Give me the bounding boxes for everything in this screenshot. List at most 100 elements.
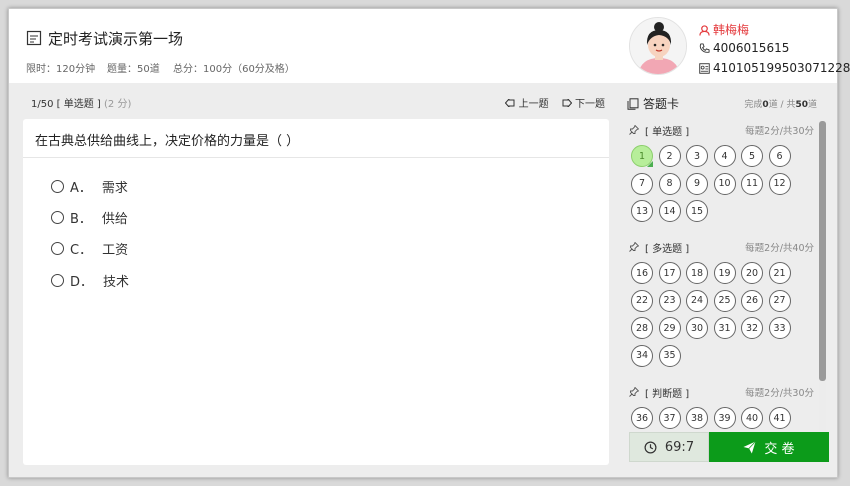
prev-arrow-icon xyxy=(505,97,515,109)
pin-icon xyxy=(629,241,640,255)
question-info: 1/50 [ 单选题 ] (2 分) xyxy=(31,95,131,110)
question-number-button[interactable]: 13 xyxy=(631,200,653,222)
progress-middle: 道 / 共 xyxy=(768,100,796,110)
pin-icon xyxy=(629,386,640,400)
option-d[interactable]: D． 技术 xyxy=(51,271,129,290)
exam-title: 定时考试演示第一场 xyxy=(48,30,184,48)
prev-question-label: 上一题 xyxy=(518,99,549,110)
question-number-button[interactable]: 19 xyxy=(713,262,736,284)
option-c[interactable]: C． 工资 xyxy=(51,239,128,258)
question-card: 在古典总供给曲线上，决定价格的力量是（ ） A． 需求 B． 供给 C． 工资 … xyxy=(23,119,609,465)
question-text: 在古典总供给曲线上，决定价格的力量是（ ） xyxy=(35,134,300,149)
question-number-button[interactable]: 10 xyxy=(713,172,736,195)
question-number-button[interactable]: 12 xyxy=(768,172,791,195)
question-number-button[interactable]: 27 xyxy=(768,289,791,312)
submit-exam-label: 交 卷 xyxy=(764,441,795,457)
section-head-multi: [ 多选题 ] 每题2分/共40分 xyxy=(629,240,814,255)
progress-total: 50 xyxy=(795,100,808,110)
question-number-button[interactable]: 26 xyxy=(741,289,763,312)
question-number-button[interactable]: 35 xyxy=(658,344,681,367)
question-number-button[interactable]: 3 xyxy=(686,145,708,167)
option-c-radio[interactable] xyxy=(51,242,64,255)
question-number-button[interactable]: 4 xyxy=(713,145,736,167)
user-id-row: 410105199503071228 xyxy=(699,61,850,75)
option-b[interactable]: B． 供给 xyxy=(51,208,128,227)
section-single-name: [ 单选题 ] xyxy=(645,127,690,138)
option-a[interactable]: A． 需求 xyxy=(51,177,128,196)
question-number-button[interactable]: 5 xyxy=(741,145,763,167)
question-number-button[interactable]: 21 xyxy=(768,262,791,284)
question-number-button[interactable]: 23 xyxy=(658,289,681,312)
question-number-button[interactable]: 37 xyxy=(658,407,681,429)
pin-icon xyxy=(629,124,640,138)
option-a-radio[interactable] xyxy=(51,180,64,193)
option-b-text: 供给 xyxy=(101,212,128,227)
section-multi-name: [ 多选题 ] xyxy=(645,244,690,255)
question-score: (2 分) xyxy=(104,99,132,110)
option-b-letter: B． xyxy=(70,212,92,227)
section-judge-name: [ 判断题 ] xyxy=(645,389,690,400)
exam-question-count: 题量：50道 xyxy=(107,64,160,75)
exam-time-limit: 限时：120分钟 xyxy=(26,64,96,75)
exam-total-score: 总分：100分（60分及格） xyxy=(173,64,295,75)
question-number-button[interactable]: 18 xyxy=(686,262,708,284)
answer-card-title: 答题卡 xyxy=(627,95,679,112)
question-number-button[interactable]: 9 xyxy=(686,172,708,195)
question-number-button[interactable]: 38 xyxy=(686,407,708,429)
question-number-button[interactable]: 24 xyxy=(686,289,708,312)
question-number-button[interactable]: 22 xyxy=(631,289,653,312)
section-multi-rule: 每题2分/共40分 xyxy=(745,243,814,254)
user-phone-row: 4006015615 xyxy=(699,41,789,55)
question-number-button[interactable]: 41 xyxy=(768,407,791,429)
question-number-button[interactable]: 25 xyxy=(713,289,736,312)
timer-value: 69:7 xyxy=(664,439,695,455)
option-d-radio[interactable] xyxy=(51,274,64,287)
question-number-button[interactable]: 32 xyxy=(741,317,763,339)
question-number-button[interactable]: 11 xyxy=(741,172,763,195)
user-phone: 4006015615 xyxy=(713,41,790,55)
next-question-button[interactable]: 下一题 xyxy=(562,97,605,110)
progress-suffix: 道 xyxy=(807,100,817,110)
user-id-number: 410105199503071228 xyxy=(713,61,850,75)
option-b-radio[interactable] xyxy=(51,211,64,224)
question-number-button[interactable]: 1 xyxy=(631,145,653,167)
answer-card-scrollbar-thumb[interactable] xyxy=(819,121,826,381)
question-number-button[interactable]: 14 xyxy=(658,200,681,222)
question-number-button[interactable]: 29 xyxy=(658,317,681,339)
question-number-button[interactable]: 8 xyxy=(658,172,681,195)
question-number-button[interactable]: 36 xyxy=(631,407,653,429)
question-number-button[interactable]: 6 xyxy=(768,145,791,167)
question-number-button[interactable]: 30 xyxy=(686,317,708,339)
question-number-button[interactable]: 33 xyxy=(768,317,791,339)
exam-document-icon xyxy=(26,30,42,46)
question-nav: 上一题 下一题 xyxy=(495,95,605,110)
user-avatar xyxy=(629,17,687,75)
question-number-button[interactable]: 28 xyxy=(631,317,653,339)
question-panel: 1/50 [ 单选题 ] (2 分) 上一题 下一题 在古典总供给曲线上，决定价… xyxy=(23,89,609,465)
section-head-single: [ 单选题 ] 每题2分/共30分 xyxy=(629,123,814,138)
countdown-timer: 69:7 xyxy=(629,432,709,462)
progress-prefix: 完成 xyxy=(744,100,763,110)
question-number-button[interactable]: 16 xyxy=(631,262,653,284)
question-number-button[interactable]: 20 xyxy=(741,262,763,284)
answer-card-progress: 完成0道 / 共50道 xyxy=(744,97,817,110)
option-a-text: 需求 xyxy=(101,181,128,196)
question-number-button[interactable]: 7 xyxy=(631,172,653,195)
option-c-letter: C． xyxy=(70,243,93,258)
question-number-button[interactable]: 34 xyxy=(631,344,653,367)
question-number-button[interactable]: 39 xyxy=(713,407,736,429)
section-judge-rule: 每题2分/共30分 xyxy=(745,388,814,399)
question-number-button[interactable]: 17 xyxy=(658,262,681,284)
question-number-button[interactable]: 31 xyxy=(713,317,736,339)
question-number-button[interactable]: 15 xyxy=(686,200,708,222)
question-number-button[interactable]: 2 xyxy=(658,145,681,167)
section-head-judge: [ 判断题 ] 每题2分/共30分 xyxy=(629,385,814,400)
id-card-icon xyxy=(699,63,710,74)
answer-card-icon xyxy=(627,98,639,110)
send-icon xyxy=(743,440,757,454)
exam-header: 定时考试演示第一场 限时：120分钟 题量：50道 总分：100分（60分及格）… xyxy=(9,9,850,83)
phone-icon xyxy=(699,43,710,53)
submit-exam-button[interactable]: 交 卷 xyxy=(709,432,829,462)
question-number-button[interactable]: 40 xyxy=(741,407,763,429)
prev-question-button[interactable]: 上一题 xyxy=(505,97,551,110)
